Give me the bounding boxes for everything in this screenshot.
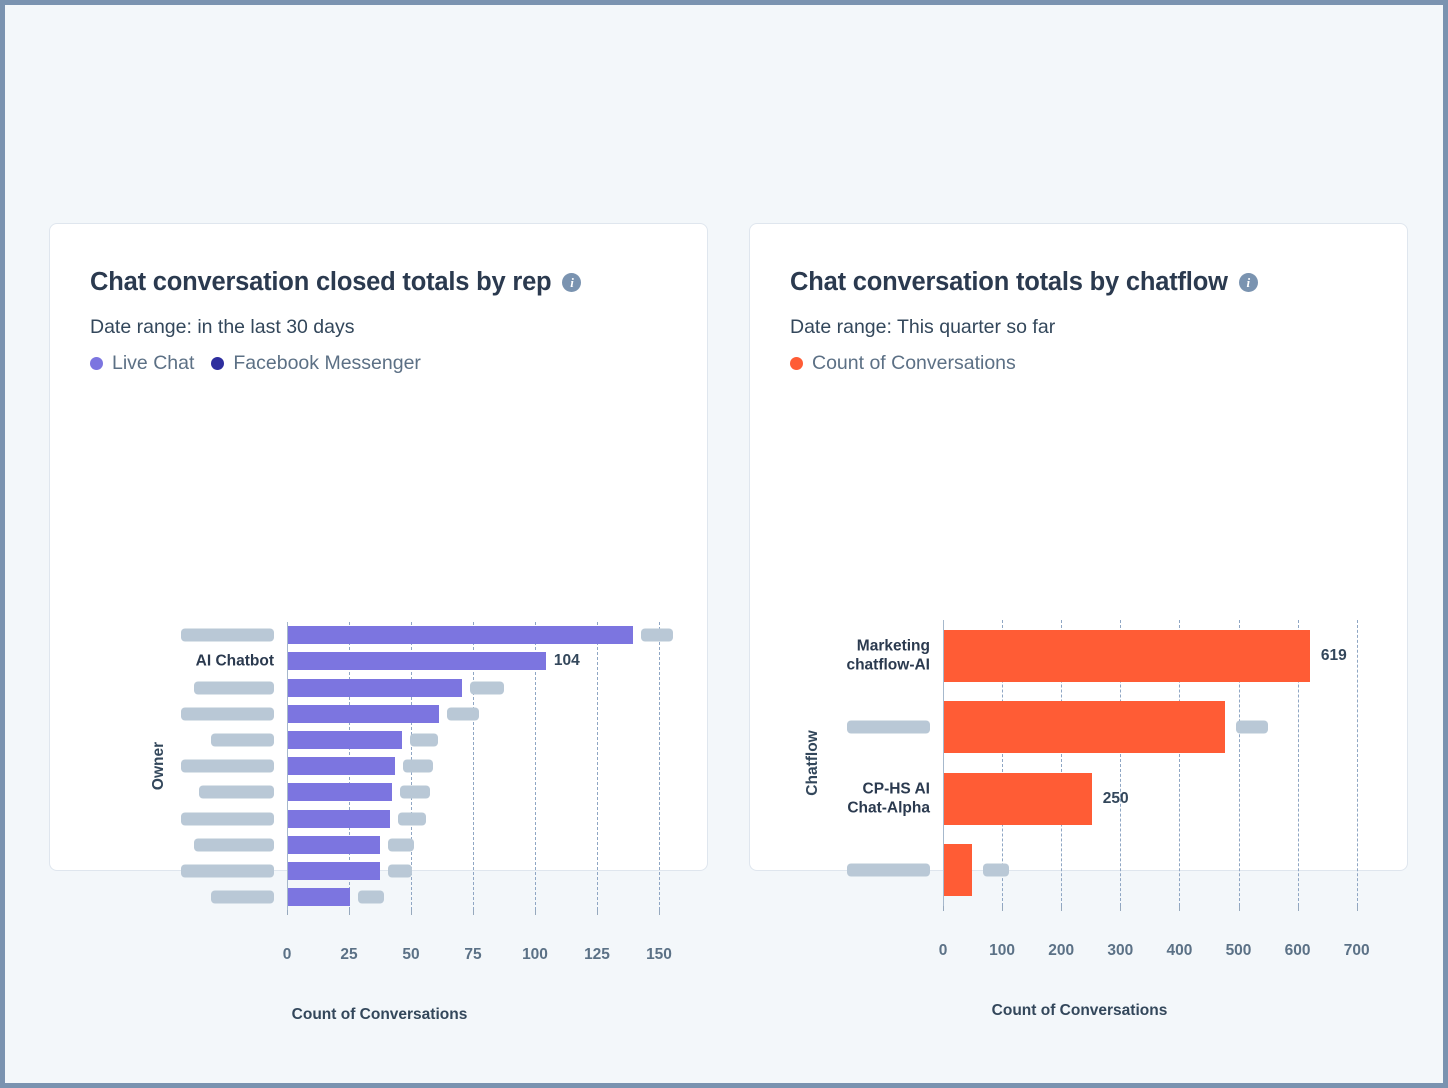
x-axis-tick-label: 25 <box>340 946 357 964</box>
x-axis-tick <box>1239 906 1240 911</box>
x-axis-tick <box>1002 906 1003 911</box>
x-axis-tick <box>287 910 288 915</box>
y-axis-title: Owner <box>150 742 168 790</box>
category-label-line: Marketing <box>846 636 930 655</box>
redacted-category-label <box>181 707 274 720</box>
redacted-value-label <box>641 629 673 642</box>
redacted-value-label <box>410 733 438 746</box>
bar[interactable] <box>944 630 1310 682</box>
bar-value-label: 250 <box>1103 790 1129 808</box>
redacted-value-label <box>447 707 479 720</box>
redacted-category-label <box>181 760 274 773</box>
bar[interactable] <box>944 844 972 896</box>
redacted-value-label <box>388 864 412 877</box>
redacted-value-label <box>400 786 430 799</box>
category-label-line: chatflow-AI <box>846 656 930 675</box>
bar[interactable] <box>288 626 633 644</box>
bar-chart-plot-area: Chatflow0100200300400500600700Count of C… <box>750 224 1409 872</box>
bar[interactable] <box>288 731 402 749</box>
x-axis-tick-label: 400 <box>1166 942 1192 960</box>
bar-value-label: 619 <box>1321 647 1347 665</box>
x-axis-tick <box>411 910 412 915</box>
category-label: CP-HS AIChat-Alpha <box>847 779 930 818</box>
x-axis-tick <box>1120 906 1121 911</box>
bar[interactable] <box>288 836 380 854</box>
redacted-category-label <box>847 721 930 734</box>
category-label-line: CP-HS AI <box>847 779 930 798</box>
redacted-category-label <box>199 786 274 799</box>
dashboard-page: Chat conversation closed totals by repi … <box>0 0 1448 1088</box>
x-axis-tick <box>597 910 598 915</box>
x-axis-tick-label: 125 <box>584 946 610 964</box>
x-axis-tick-label: 700 <box>1344 942 1370 960</box>
bar[interactable] <box>288 810 390 828</box>
redacted-value-label <box>983 864 1009 877</box>
x-axis-tick <box>1179 906 1180 911</box>
redacted-value-label <box>403 760 433 773</box>
x-axis-tick-label: 300 <box>1107 942 1133 960</box>
x-axis-tick <box>1061 906 1062 911</box>
redacted-category-label <box>194 681 274 694</box>
bar[interactable] <box>944 701 1225 753</box>
x-axis-tick-label: 50 <box>402 946 419 964</box>
bar[interactable] <box>288 679 462 697</box>
x-axis-tick-label: 500 <box>1226 942 1252 960</box>
redacted-category-label <box>181 812 274 825</box>
redacted-category-label <box>181 629 274 642</box>
x-axis-tick <box>943 906 944 911</box>
redacted-category-label <box>211 733 274 746</box>
category-label: Marketingchatflow-AI <box>846 636 930 675</box>
redacted-value-label <box>388 838 414 851</box>
x-axis-tick <box>1298 906 1299 911</box>
bar-value-label: 104 <box>554 652 580 670</box>
grid-line <box>1357 620 1358 906</box>
x-axis-tick-label: 150 <box>646 946 672 964</box>
x-axis-tick <box>349 910 350 915</box>
x-axis-tick-label: 600 <box>1285 942 1311 960</box>
bar[interactable] <box>288 862 380 880</box>
redacted-value-label <box>470 681 504 694</box>
x-axis-title: Count of Conversations <box>750 1002 1409 1020</box>
category-label-line: Chat-Alpha <box>847 799 930 818</box>
bar[interactable] <box>288 757 395 775</box>
bar-chart-plot-area: Owner0255075100125150Count of Conversati… <box>50 224 709 872</box>
grid-line <box>597 622 598 910</box>
bar[interactable] <box>288 705 439 723</box>
bar[interactable] <box>288 888 350 906</box>
redacted-value-label <box>358 891 384 904</box>
x-axis-tick-label: 75 <box>464 946 481 964</box>
chart-card-totals-by-chatflow[interactable]: Chat conversation totals by chatflowi Da… <box>749 223 1408 871</box>
redacted-category-label <box>194 838 274 851</box>
x-axis-tick-label: 100 <box>989 942 1015 960</box>
x-axis-tick <box>473 910 474 915</box>
bar[interactable] <box>288 783 392 801</box>
redacted-category-label <box>211 891 274 904</box>
x-axis-tick-label: 0 <box>283 946 292 964</box>
chart-card-closed-totals-by-rep[interactable]: Chat conversation closed totals by repi … <box>49 223 708 871</box>
redacted-value-label <box>1236 721 1268 734</box>
redacted-category-label <box>181 864 274 877</box>
x-axis-tick <box>1357 906 1358 911</box>
x-axis-tick-label: 200 <box>1048 942 1074 960</box>
x-axis-tick <box>659 910 660 915</box>
bar[interactable] <box>288 652 546 670</box>
grid-line <box>659 622 660 910</box>
x-axis-tick <box>535 910 536 915</box>
bar[interactable] <box>944 773 1092 825</box>
category-label: AI Chatbot <box>196 652 274 671</box>
redacted-category-label <box>847 864 930 877</box>
y-axis-title: Chatflow <box>804 730 822 795</box>
x-axis-tick-label: 0 <box>939 942 948 960</box>
redacted-value-label <box>398 812 426 825</box>
x-axis-title: Count of Conversations <box>50 1006 709 1024</box>
x-axis-tick-label: 100 <box>522 946 548 964</box>
